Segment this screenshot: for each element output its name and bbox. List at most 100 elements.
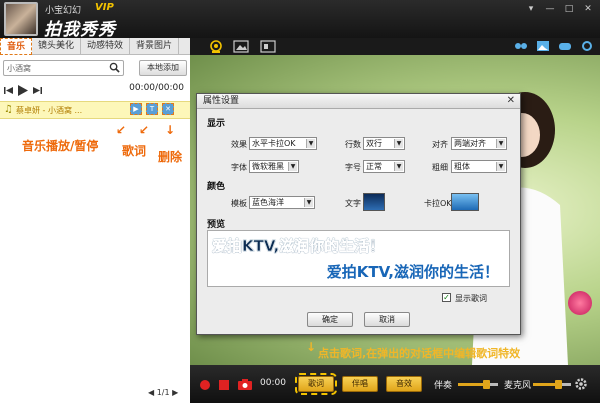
show-lyrics-label: 显示歌词: [455, 294, 487, 303]
section-preview: 预览: [207, 220, 226, 230]
annotation-play-pause: 音乐播放/暂停: [22, 139, 99, 153]
preview-lyric-line-2: 爱拍KTV,滋润你的生活！: [326, 263, 499, 281]
left-panel: 音乐 镜头美化 动感特效 背景图片 本地添加 00:00/00:00 ♫ 蔡卓妍…: [0, 38, 190, 403]
annotation-arrow-icon: ↓: [165, 123, 176, 137]
recording-time: 00:00: [260, 378, 286, 388]
effects-icon[interactable]: [514, 40, 528, 52]
lines-select[interactable]: 双行 ▼: [363, 137, 405, 150]
accompaniment-slider[interactable]: [458, 380, 498, 389]
cancel-button[interactable]: 取消: [364, 312, 410, 327]
align-select[interactable]: 两端对齐 ▼: [451, 137, 507, 150]
gear-icon[interactable]: [574, 377, 588, 391]
section-display: 显示: [207, 119, 226, 129]
settings-icon[interactable]: [580, 40, 594, 52]
search-icon[interactable]: [109, 62, 120, 73]
accompaniment-label: 伴奏: [434, 381, 453, 391]
properties-dialog: 属性设置 ✕ 显示 效果 水平卡拉OK ▼ 行数 双行 ▼ 对齐 两端对齐 ▼ 字体 …: [196, 93, 521, 335]
section-color: 颜色: [207, 182, 226, 192]
image-mode-icon[interactable]: [233, 40, 249, 53]
sound-effect-button[interactable]: 音效: [386, 376, 422, 392]
search-input[interactable]: [7, 62, 107, 74]
chevron-down-icon: ▼: [306, 139, 315, 148]
app-window: 小宝幻幻 VIP 拍我秀秀 ▾ — □ ✕ 音乐 镜头美化 动感特效 背景图片 …: [0, 0, 600, 403]
align-label: 对齐: [432, 140, 448, 149]
annotation-arrow-icon: ↓: [306, 340, 317, 354]
show-lyrics-checkbox[interactable]: ✓: [442, 293, 451, 302]
screen-mode-icon[interactable]: [260, 40, 276, 53]
microphone-slider-knob[interactable]: [555, 380, 562, 389]
microphone-label: 麦克风: [504, 381, 532, 391]
font-select[interactable]: 微软雅黑 ▼: [249, 160, 299, 173]
chevron-down-icon: ▼: [394, 139, 403, 148]
size-label: 字号: [345, 163, 361, 172]
template-label: 模板: [231, 199, 247, 208]
stop-button[interactable]: [219, 380, 229, 390]
karaoke-color-label: 卡拉OK: [424, 199, 452, 208]
size-select[interactable]: 正常 ▼: [363, 160, 405, 173]
tab-lens-beauty[interactable]: 镜头美化: [32, 38, 82, 55]
tab-motion-effects[interactable]: 动感特效: [81, 38, 131, 55]
effect-label: 效果: [231, 140, 247, 149]
karaoke-color-swatch[interactable]: [451, 193, 479, 211]
song-play-pause-button[interactable]: ▶: [130, 103, 142, 115]
lyrics-preview: 爱拍KTV,滋润你的生活！ 爱拍KTV,滋润你的生活！: [207, 230, 510, 287]
lines-label: 行数: [345, 140, 361, 149]
template-select[interactable]: 蓝色海洋 ▼: [249, 196, 315, 209]
photo-icon[interactable]: [536, 40, 550, 52]
microphone-slider[interactable]: [533, 380, 571, 389]
weight-select[interactable]: 粗体 ▼: [451, 160, 507, 173]
chevron-down-icon: ▼: [394, 162, 403, 171]
font-label: 字体: [231, 163, 247, 172]
annotation-delete: 删除: [158, 150, 183, 164]
chevron-down-icon: ▼: [288, 162, 297, 171]
local-add-button[interactable]: 本地添加: [139, 60, 187, 76]
menu-dropdown-icon[interactable]: ▾: [523, 3, 539, 16]
text-color-swatch[interactable]: [363, 193, 385, 211]
window-controls: ▾ — □ ✕: [523, 3, 596, 16]
song-list-item[interactable]: ♫ 蔡卓妍 - 小酒窝 ... ▶ T ✕: [0, 101, 190, 119]
bottom-toolbar: 00:00 歌词 伴唱 音效 伴奏 麦克风: [190, 365, 600, 403]
title-bar: 小宝幻幻 VIP 拍我秀秀 ▾ — □ ✕: [0, 0, 600, 40]
play-icon[interactable]: [18, 85, 28, 96]
preview-lyric-line-1: 爱拍KTV,滋润你的生活！: [212, 237, 385, 256]
avatar[interactable]: [4, 2, 38, 36]
dialog-title: 属性设置: [197, 94, 520, 109]
snapshot-camera-icon[interactable]: [238, 378, 252, 390]
camera-mode-icon[interactable]: [208, 40, 224, 53]
gamepad-icon[interactable]: [558, 40, 572, 52]
song-actions: ▶ T ✕: [130, 103, 174, 115]
chevron-down-icon: ▼: [496, 162, 505, 171]
lyrics-instruction-annotation: 点击歌词,在弹出的对话框中编辑歌词特效: [318, 347, 521, 360]
backing-vocal-button[interactable]: 伴唱: [342, 376, 378, 392]
search-box: [3, 60, 124, 76]
close-icon[interactable]: ✕: [580, 3, 596, 16]
maximize-icon[interactable]: □: [561, 3, 577, 16]
record-button[interactable]: [200, 380, 210, 390]
flower-decoration: [568, 291, 592, 315]
effect-select[interactable]: 水平卡拉OK ▼: [249, 137, 317, 150]
lyrics-button[interactable]: 歌词: [295, 373, 337, 395]
music-note-icon: ♫: [4, 104, 13, 115]
ok-button[interactable]: 确定: [307, 312, 353, 327]
accompaniment-slider-knob[interactable]: [483, 380, 490, 389]
previous-track-icon[interactable]: [4, 86, 13, 95]
tab-bar: 音乐 镜头美化 动感特效 背景图片: [0, 38, 190, 55]
minimize-icon[interactable]: —: [542, 3, 558, 16]
annotation-lyrics: 歌词: [122, 144, 147, 158]
app-logo: 拍我秀秀: [44, 20, 116, 40]
tab-music[interactable]: 音乐: [0, 38, 33, 55]
music-player: 00:00/00:00: [0, 80, 190, 100]
pager[interactable]: ◀ 1/1 ▶: [148, 388, 178, 397]
song-delete-button[interactable]: ✕: [162, 103, 174, 115]
play-time: 00:00/00:00: [129, 83, 184, 93]
chevron-down-icon: ▼: [304, 198, 313, 207]
chevron-down-icon: ▼: [496, 139, 505, 148]
song-title: 蔡卓妍 - 小酒窝 ...: [16, 106, 83, 115]
annotation-arrow-icon: ↙: [139, 123, 150, 137]
song-lyrics-button[interactable]: T: [146, 103, 158, 115]
text-color-label: 文字: [345, 199, 361, 208]
next-track-icon[interactable]: [33, 86, 42, 95]
tab-background[interactable]: 背景图片: [130, 38, 180, 55]
weight-label: 粗细: [432, 163, 448, 172]
dialog-close-icon[interactable]: ✕: [507, 95, 515, 106]
